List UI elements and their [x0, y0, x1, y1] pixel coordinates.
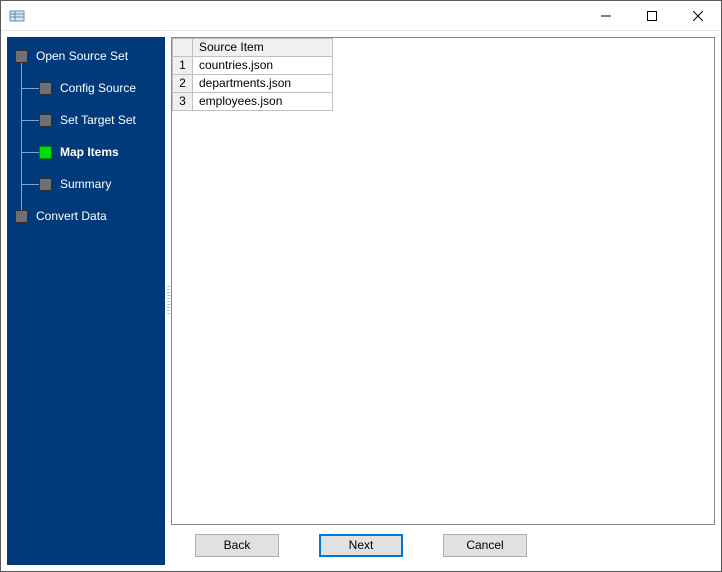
- step-node-icon: [39, 178, 52, 191]
- step-label: Map Items: [60, 145, 119, 159]
- step-config-source[interactable]: Config Source: [7, 75, 165, 101]
- table-row[interactable]: 3 employees.json: [173, 93, 333, 111]
- step-convert-data[interactable]: Convert Data: [7, 203, 165, 229]
- step-set-target-set[interactable]: Set Target Set: [7, 107, 165, 133]
- titlebar: [1, 1, 721, 31]
- wizard-window: Open Source Set Config Source Set Target…: [0, 0, 722, 572]
- minimize-button[interactable]: [583, 1, 629, 30]
- table-row[interactable]: 2 departments.json: [173, 75, 333, 93]
- maximize-button[interactable]: [629, 1, 675, 30]
- cell-source-item[interactable]: employees.json: [193, 93, 333, 111]
- window-controls: [583, 1, 721, 30]
- step-label: Config Source: [60, 81, 136, 95]
- source-items-grid[interactable]: Source Item 1 countries.json 2 departmen…: [172, 38, 333, 111]
- main-panel: Source Item 1 countries.json 2 departmen…: [171, 37, 715, 565]
- window-body: Open Source Set Config Source Set Target…: [1, 31, 721, 571]
- cancel-button[interactable]: Cancel: [443, 534, 527, 557]
- back-button[interactable]: Back: [195, 534, 279, 557]
- next-button[interactable]: Next: [319, 534, 403, 557]
- content-area: Source Item 1 countries.json 2 departmen…: [171, 37, 715, 525]
- step-node-icon: [15, 210, 28, 223]
- step-node-icon: [15, 50, 28, 63]
- table-row[interactable]: 1 countries.json: [173, 57, 333, 75]
- step-label: Set Target Set: [60, 113, 136, 127]
- close-button[interactable]: [675, 1, 721, 30]
- step-open-source-set[interactable]: Open Source Set: [7, 43, 165, 69]
- step-map-items[interactable]: Map Items: [7, 139, 165, 165]
- step-summary[interactable]: Summary: [7, 171, 165, 197]
- step-node-icon: [39, 82, 52, 95]
- row-number[interactable]: 3: [173, 93, 193, 111]
- cell-source-item[interactable]: countries.json: [193, 57, 333, 75]
- row-number[interactable]: 1: [173, 57, 193, 75]
- step-node-icon: [39, 114, 52, 127]
- col-header-source-item[interactable]: Source Item: [193, 39, 333, 57]
- grid-corner[interactable]: [173, 39, 193, 57]
- step-label: Convert Data: [36, 209, 107, 223]
- wizard-button-row: Back Next Cancel: [171, 525, 715, 565]
- splitter-grip-icon: [167, 286, 170, 316]
- cell-source-item[interactable]: departments.json: [193, 75, 333, 93]
- step-label: Summary: [60, 177, 111, 191]
- step-label: Open Source Set: [36, 49, 128, 63]
- app-icon: [9, 8, 25, 24]
- row-number[interactable]: 2: [173, 75, 193, 93]
- step-node-icon: [39, 146, 52, 159]
- wizard-steps-sidebar: Open Source Set Config Source Set Target…: [7, 37, 165, 565]
